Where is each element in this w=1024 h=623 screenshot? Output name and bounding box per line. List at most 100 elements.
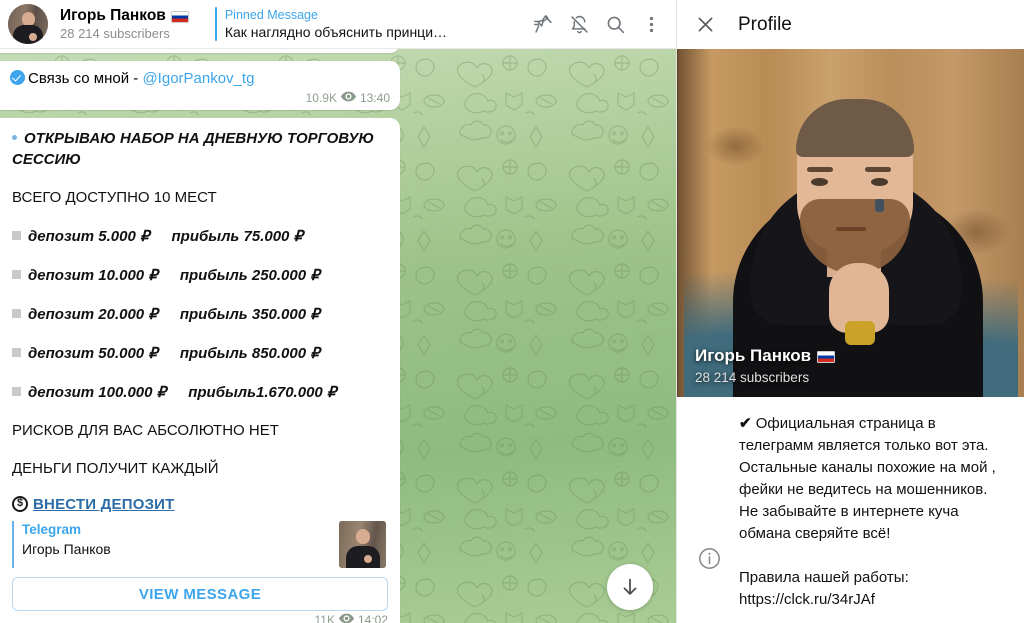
tier-profit: прибыль 350.000 ₽ [179,306,320,323]
thumbnail-head [355,529,370,545]
flag-ru-icon [170,10,189,23]
profile-panel: Profile Игорь Панков 28 214 subscribers … [676,0,1024,623]
bullet-square-icon [12,231,21,240]
photo-eye-right [871,178,888,186]
chat-title-block[interactable]: Игорь Панков 28 214 subscribers [60,7,189,42]
eye-icon [338,613,354,623]
bullet-square-icon [12,309,21,318]
photo-mouth [836,227,866,231]
close-icon[interactable] [695,14,716,35]
chat-title-text: Игорь Панков [60,6,166,24]
chat-header: Игорь Панков 28 214 subscribers Pinned M… [0,0,676,49]
bullet-square-icon [12,348,21,357]
avatar[interactable] [8,4,48,44]
profile-bio-text: Официальная страница в телеграмм являетс… [739,415,1000,542]
coin-dollar-icon [12,495,28,512]
message-bubble-promo[interactable]: ОТКРЫВАЮ НАБОР НА ДНЕВНУЮ ТОРГОВУЮ СЕССИ… [0,118,400,623]
tier-row: депозит 5.000 ₽ прибыль 75.000 ₽ [12,226,388,247]
bullet-square-icon [12,270,21,279]
photo-brow-left [807,167,833,172]
message-bubble-cutoff[interactable]: период с 2016 по 2020 год [0,49,400,53]
profile-photo[interactable]: Игорь Панков 28 214 subscribers [677,49,1024,397]
tier-deposit: депозит 100.000 ₽ [28,384,167,401]
tier-profit: прибыль 850.000 ₽ [179,345,320,362]
pinned-label: Pinned Message [224,8,318,22]
avatar-body [13,25,43,44]
photo-eye-left [811,178,828,186]
contact-username-link[interactable]: @IgorPankov_tg [142,70,254,87]
tier-profit: прибыль1.670.000 ₽ [188,384,337,401]
promo-everyone: ДЕНЬГИ ПОЛУЧИТ КАЖДЫЙ [12,460,219,477]
profile-name-text: Игорь Панков [695,346,812,365]
profile-info-body: ✔ Официальная страница в телеграмм являе… [739,413,1006,611]
profile-title: Profile [738,13,792,35]
avatar-hand [28,33,37,41]
profile-info-row: ✔ Официальная страница в телеграмм являе… [677,397,1024,611]
info-icon [695,413,723,611]
tier-row: депозит 10.000 ₽ прибыль 250.000 ₽ [12,265,388,286]
promo-no-risk: РИСКОВ ДЛЯ ВАС АБСОЛЮТНО НЕТ [12,422,279,439]
link-preview-thumbnail[interactable] [339,521,386,568]
message-list: период с 2016 по 2020 год Связь со мной … [0,49,400,623]
tier-deposit: депозит 5.000 ₽ [28,228,150,245]
tier-row: депозит 50.000 ₽ прибыль 850.000 ₽ [12,343,388,364]
subscriber-count: 28 214 subscribers [60,25,170,41]
eye-icon [340,91,356,106]
thumbnail-body [345,546,380,568]
view-message-button[interactable]: VIEW MESSAGE [12,577,388,611]
message-time: 13:40 [359,91,390,105]
pinned-messages-icon[interactable] [526,7,560,41]
check-mark-icon: ✔ [739,415,752,432]
tier-row: депозит 20.000 ₽ прибыль 350.000 ₽ [12,304,388,325]
avatar-head [21,12,35,26]
link-preview-title: Игорь Панков [22,541,111,557]
profile-bio[interactable]: ✔ Официальная страница в телеграмм являе… [739,413,1006,545]
profile-rules-url[interactable]: https://clck.ru/34rJAf [739,589,1006,611]
tier-deposit: депозит 50.000 ₽ [28,345,158,362]
deposit-link[interactable]: ВНЕСТИ ДЕПОЗИТ [33,496,175,513]
pinned-message-bar[interactable]: Pinned Message Как наглядно объяснить пр… [214,7,453,41]
profile-subscriber-count: 28 214 subscribers [695,370,810,385]
tier-profit: прибыль 250.000 ₽ [179,267,320,284]
message-meta: 11K 14:02 [12,613,388,623]
link-preview-site: Telegram [22,522,82,537]
photo-face-tattoo [875,199,884,212]
link-preview-text: Telegram Игорь Панков [22,521,330,559]
header-actions [526,7,676,41]
pinned-accent-bar [214,7,217,41]
bullet-dot-icon [12,135,17,140]
message-meta: 10.9K 13:40 [10,91,390,106]
profile-header: Profile [677,0,1024,49]
flag-ru-icon [817,351,836,363]
link-preview[interactable]: Telegram Игорь Панков [12,521,388,568]
search-icon[interactable] [598,7,632,41]
message-bubble-contact[interactable]: Связь со мной - @IgorPankov_tg 10.9K 13:… [0,61,400,110]
promo-headline: ОТКРЫВАЮ НАБОР НА ДНЕВНУЮ ТОРГОВУЮ СЕССИ… [12,130,374,168]
photo-watch [845,321,875,345]
tier-profit: прибыль 75.000 ₽ [171,228,304,245]
tier-deposit: депозит 20.000 ₽ [28,306,158,323]
tier-deposit: депозит 10.000 ₽ [28,267,158,284]
tier-row: депозит 100.000 ₽ прибыль1.670.000 ₽ [12,382,388,403]
mute-bell-icon[interactable] [562,7,596,41]
telegram-window: Игорь Панков 28 214 subscribers Pinned M… [0,0,1024,623]
more-vert-icon[interactable] [634,7,668,41]
scroll-to-bottom-button[interactable] [607,564,653,610]
wood-knot [704,125,765,166]
chat-column: Игорь Панков 28 214 subscribers Pinned M… [0,0,676,623]
contact-prefix: Связь со мной - [28,70,143,87]
page-title: Игорь Панков [60,7,189,25]
view-count: 10.9K [305,91,337,105]
photo-brow-right [865,167,891,172]
profile-name-overlay: Игорь Панков 28 214 subscribers [695,345,836,387]
profile-rules-label: Правила нашей работы: [739,569,909,586]
chat-message-area[interactable]: период с 2016 по 2020 год Связь со мной … [0,49,676,623]
